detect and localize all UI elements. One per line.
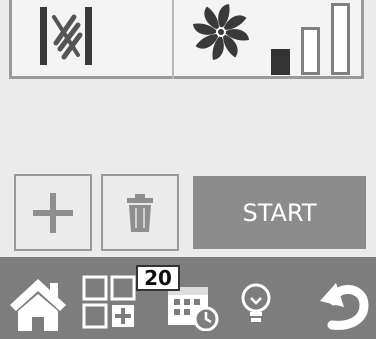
add-button[interactable] <box>14 174 92 251</box>
fan-icon[interactable] <box>190 1 252 63</box>
speed-bar-1 <box>271 49 290 75</box>
back-arrow-icon[interactable] <box>318 275 370 337</box>
schedule-count-badge: 20 <box>136 265 180 291</box>
filter-icon[interactable] <box>34 3 98 67</box>
speed-bar-2 <box>301 27 320 75</box>
speed-bar-3 <box>331 3 350 75</box>
fan-speed-indicator[interactable] <box>271 3 353 75</box>
status-panel <box>9 0 364 79</box>
grid-icon[interactable] <box>82 275 136 333</box>
delete-button[interactable] <box>101 174 179 251</box>
panel-divider <box>172 0 174 79</box>
bottom-nav-bar <box>0 257 376 339</box>
trash-icon <box>127 193 153 232</box>
lightbulb-icon[interactable] <box>236 281 276 331</box>
plus-icon <box>33 192 73 233</box>
start-button[interactable]: START <box>193 176 366 249</box>
home-icon[interactable] <box>6 275 70 337</box>
